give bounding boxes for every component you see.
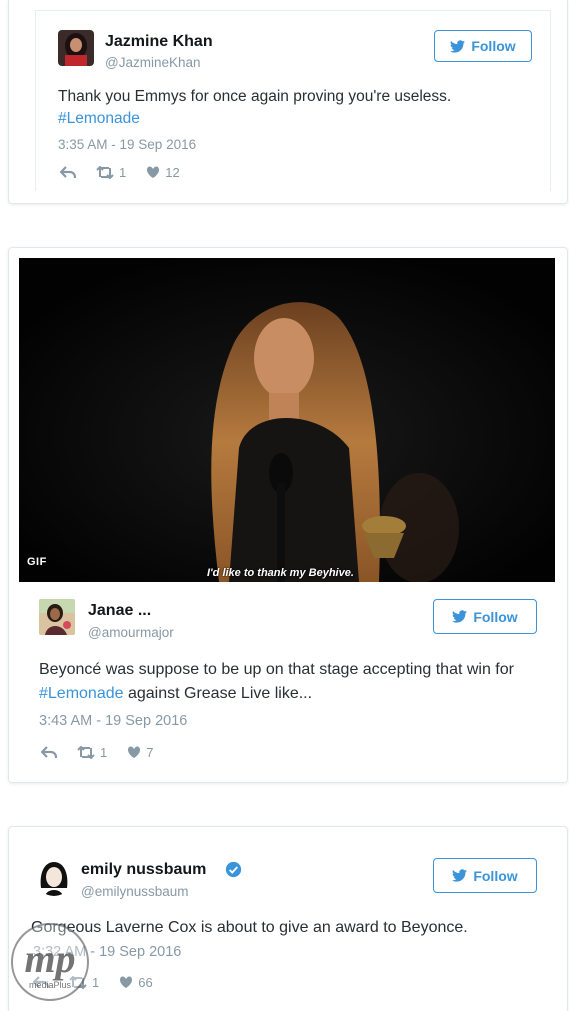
follow-button[interactable]: Follow [433,858,537,893]
retweet-count: 1 [92,975,100,990]
gif-caption: I'd like to thank my Beyhive. [207,567,354,579]
heart-icon [147,166,160,178]
tweet-actions: 1 7 [41,745,173,760]
retweet-button[interactable]: 1 [96,165,126,180]
reply-button[interactable] [41,746,57,759]
avatar[interactable] [58,30,94,66]
tweet-text: Beyoncé was suppose to be up on that sta… [39,658,539,706]
twitter-bird-icon [452,610,468,623]
hashtag-link[interactable]: #Lemonade [58,110,140,127]
twitter-bird-icon [450,39,466,53]
retweet-count: 1 [119,165,127,180]
tweet-card-emily: emily nussbaum @emilynussbaum Follow Gor… [8,826,568,1011]
hashtag-link[interactable]: #Lemonade [39,685,124,702]
retweet-button[interactable]: 1 [77,745,107,760]
like-button[interactable]: 66 [119,975,153,990]
username[interactable]: @emilynussbaum [81,884,189,899]
reply-icon [41,746,57,758]
twitter-bird-icon [452,869,468,882]
timestamp[interactable]: 3:35 AM - 19 Sep 2016 [58,137,196,152]
svg-text:mp: mp [24,936,75,981]
like-count: 12 [165,165,180,180]
gif-badge: GIF [27,556,47,568]
like-button[interactable]: 7 [127,745,153,760]
timestamp[interactable]: 3:43 AM - 19 Sep 2016 [39,713,187,729]
retweet-count: 1 [100,745,108,760]
like-count: 7 [146,745,154,760]
heart-icon [128,746,141,758]
follow-button[interactable]: Follow [434,30,532,62]
retweet-icon [77,746,95,759]
follow-label: Follow [473,608,518,625]
beyonce-gif-image [19,258,555,582]
tweet-text: Thank you Emmys for once again proving y… [58,86,528,130]
like-button[interactable]: 12 [146,165,180,180]
like-count: 66 [138,975,153,990]
avatar[interactable] [35,858,73,896]
display-name[interactable]: emily nussbaum [81,861,206,879]
avatar[interactable] [39,599,75,635]
reply-button[interactable] [60,166,76,179]
verified-badge-icon [225,861,242,878]
tweet-actions: 1 12 [60,165,200,180]
follow-button[interactable]: Follow [433,599,537,634]
tweet-body-end: against Grease Live like... [127,685,313,702]
follow-label: Follow [473,867,518,884]
heart-icon [120,976,133,988]
display-name[interactable]: Janae ... [88,602,151,620]
tweet-gif[interactable]: GIF I'd like to thank my Beyhive. [19,258,555,582]
tweet-body: Thank you Emmys for once again proving y… [58,88,452,105]
username[interactable]: @amourmajor [88,625,174,640]
svg-text:mediaPlus: mediaPlus [29,980,72,990]
tweet-body: Beyoncé was suppose to be up on that sta… [39,661,514,678]
reply-icon [60,166,76,178]
username[interactable]: @JazmineKhan [105,55,201,70]
display-name[interactable]: Jazmine Khan [105,33,213,51]
mediaplus-watermark-logo: mp mediaPlus [11,923,89,1001]
retweet-icon [96,166,114,179]
tweet-text: Gorgeous Laverne Cox is about to give an… [31,919,468,936]
tweet-card-jazmine: Jazmine Khan @JazmineKhan Follow Thank y… [8,0,568,204]
tweet-card-janae: GIF I'd like to thank my Beyhive. Janae … [8,247,568,783]
follow-label: Follow [471,38,516,54]
